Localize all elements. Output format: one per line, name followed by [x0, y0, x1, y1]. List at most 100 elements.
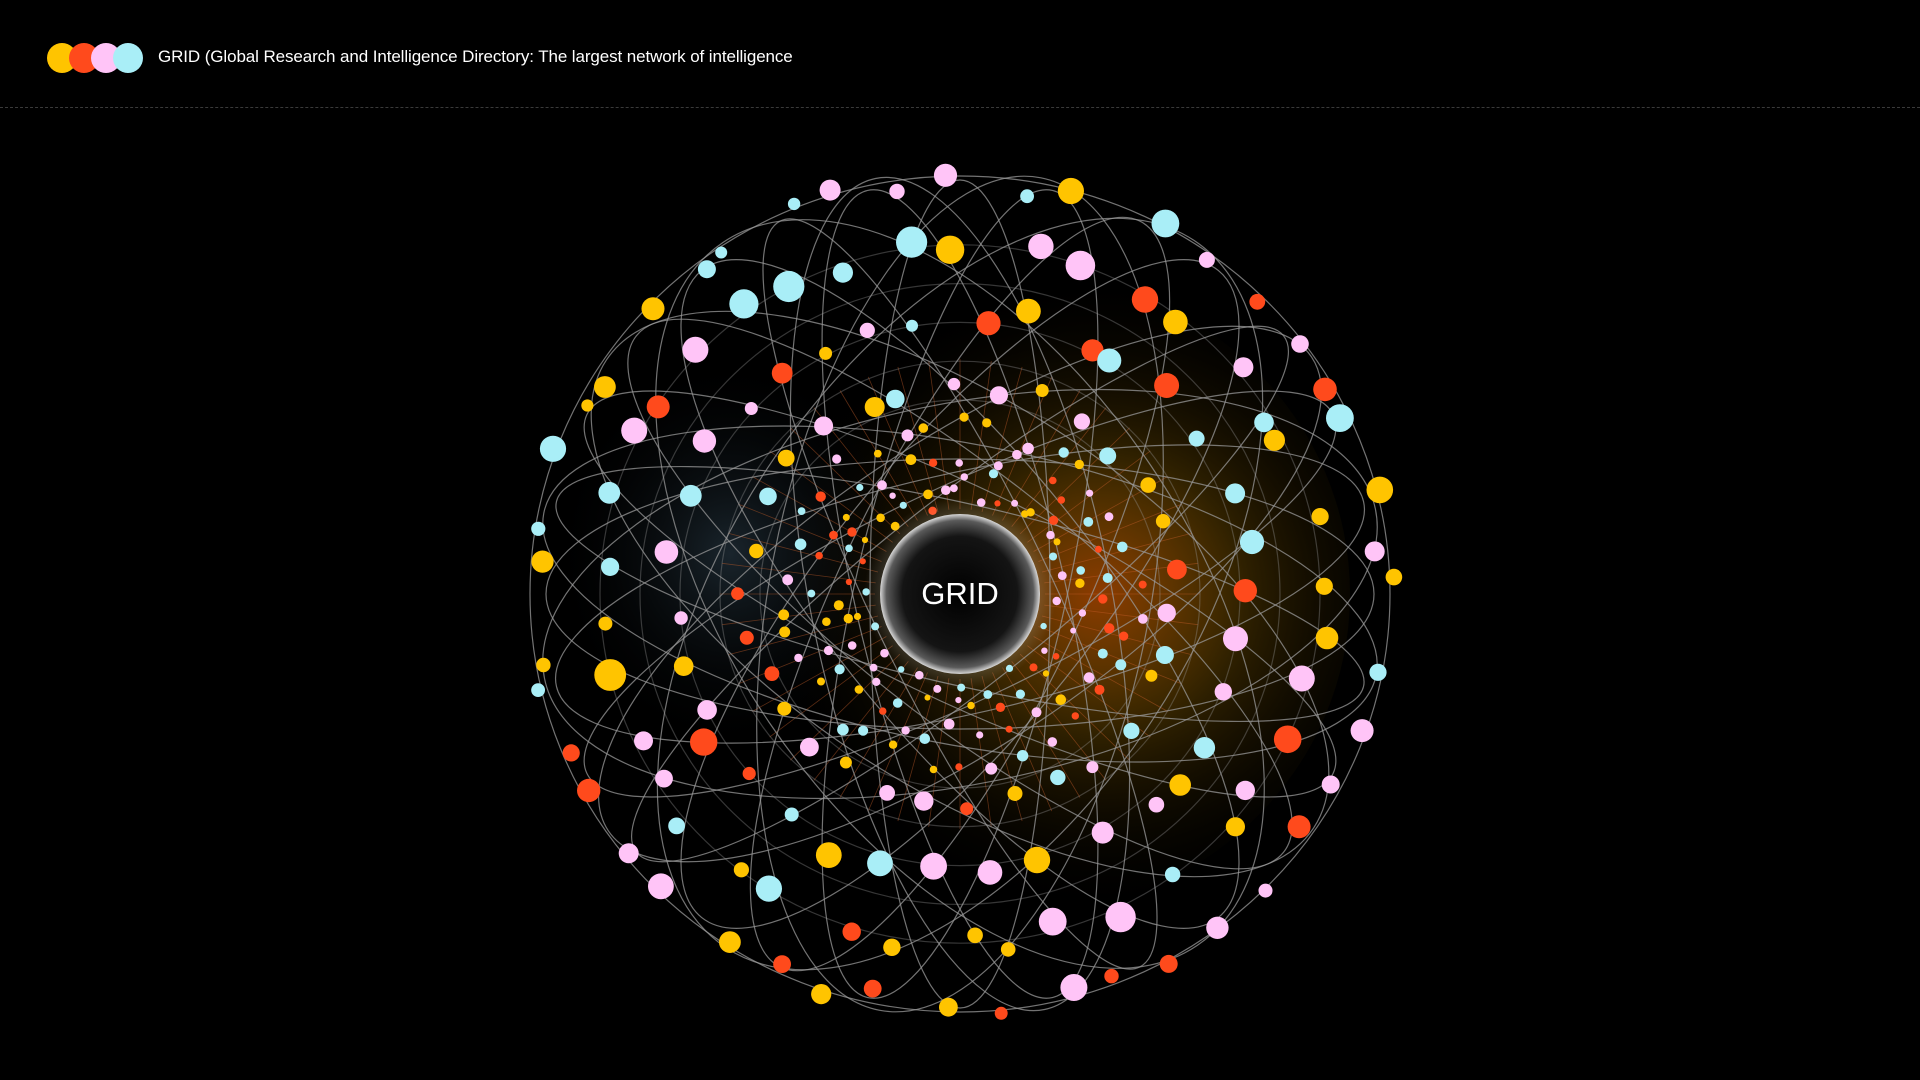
network-node	[1071, 712, 1079, 720]
network-node	[1052, 653, 1060, 660]
network-node	[1104, 512, 1114, 522]
network-node	[960, 473, 968, 481]
network-node	[877, 480, 887, 491]
network-node	[641, 297, 665, 321]
network-node	[856, 483, 864, 492]
network-node	[784, 807, 799, 822]
network-node	[618, 843, 639, 864]
network-node	[1169, 774, 1191, 796]
network-node	[1369, 663, 1387, 681]
network-node	[995, 702, 1006, 712]
network-node	[594, 659, 627, 691]
network-node	[1078, 609, 1087, 617]
network-node	[1163, 309, 1188, 335]
network-node	[1151, 209, 1180, 238]
network-node	[993, 461, 1003, 471]
network-node	[1214, 683, 1232, 701]
network-node	[1023, 846, 1051, 874]
network-node	[1057, 177, 1084, 205]
network-node	[845, 544, 853, 553]
network-node	[807, 589, 816, 598]
network-node	[819, 179, 841, 201]
network-node	[668, 817, 685, 835]
network-node	[883, 938, 901, 956]
network-node	[923, 489, 933, 500]
network-node	[674, 611, 688, 625]
network-node	[1083, 517, 1094, 527]
cool-glow	[550, 354, 910, 754]
network-node	[947, 377, 961, 391]
network-node	[1233, 579, 1257, 603]
network-node	[598, 616, 613, 631]
network-node	[1326, 404, 1354, 432]
network-node	[901, 429, 914, 442]
network-node	[1258, 883, 1273, 898]
network-node	[682, 336, 709, 363]
grid-logo[interactable]	[47, 43, 143, 73]
network-node	[859, 322, 875, 338]
network-node	[646, 395, 670, 419]
logo-dot-cyan	[113, 43, 143, 73]
network-node	[1038, 907, 1067, 936]
network-node	[1041, 647, 1048, 654]
network-node	[1123, 722, 1140, 740]
network-node	[955, 697, 962, 704]
network-node	[858, 725, 869, 736]
network-node	[733, 862, 749, 878]
network-node	[817, 677, 825, 686]
network-node	[777, 449, 795, 467]
network-node	[1086, 489, 1094, 497]
network-node	[1011, 499, 1019, 507]
network-node	[673, 656, 694, 676]
network-node	[1057, 496, 1066, 504]
network-node	[1119, 631, 1129, 641]
network-node	[1049, 476, 1057, 485]
network-node	[1225, 483, 1246, 504]
network-node	[577, 778, 601, 803]
network-node	[1157, 603, 1176, 623]
network-node	[539, 435, 567, 462]
network-node	[794, 538, 807, 551]
network-node	[800, 737, 819, 757]
network-node	[1321, 775, 1340, 794]
network-node	[833, 600, 844, 611]
network-node	[729, 289, 759, 319]
network-node	[715, 246, 728, 259]
network-node	[1074, 459, 1084, 470]
network-node	[967, 701, 975, 710]
network-node	[779, 626, 791, 638]
network-node	[1105, 901, 1136, 933]
network-node	[1315, 626, 1339, 650]
network-node	[598, 481, 621, 504]
network-node	[901, 726, 910, 735]
header-bar: GRID (Global Research and Intelligence D…	[0, 0, 1920, 108]
network-node	[933, 163, 958, 187]
network-node	[892, 698, 903, 708]
network-node	[773, 955, 791, 973]
network-node	[829, 530, 838, 540]
network-node	[888, 740, 898, 749]
network-node	[759, 487, 777, 506]
network-node	[1007, 786, 1023, 801]
network-node	[1097, 348, 1122, 373]
network-node	[1035, 384, 1049, 397]
network-node	[924, 694, 931, 701]
network-node	[1315, 577, 1333, 595]
network-node	[1263, 429, 1285, 451]
network-node	[1094, 684, 1105, 695]
network-node	[1099, 447, 1117, 465]
network-node	[983, 690, 993, 699]
network-node	[634, 731, 653, 751]
network-node	[1046, 530, 1055, 540]
network-node	[1016, 750, 1029, 762]
network-node	[1350, 719, 1374, 743]
network-node	[814, 416, 834, 436]
network-node	[1042, 670, 1050, 677]
network-node	[1254, 412, 1274, 433]
network-node	[777, 701, 792, 716]
page-title: GRID (Global Research and Intelligence D…	[158, 47, 793, 66]
hub-circle	[880, 514, 1040, 674]
network-node	[815, 491, 826, 502]
network-node	[905, 454, 917, 465]
network-node	[872, 677, 881, 687]
